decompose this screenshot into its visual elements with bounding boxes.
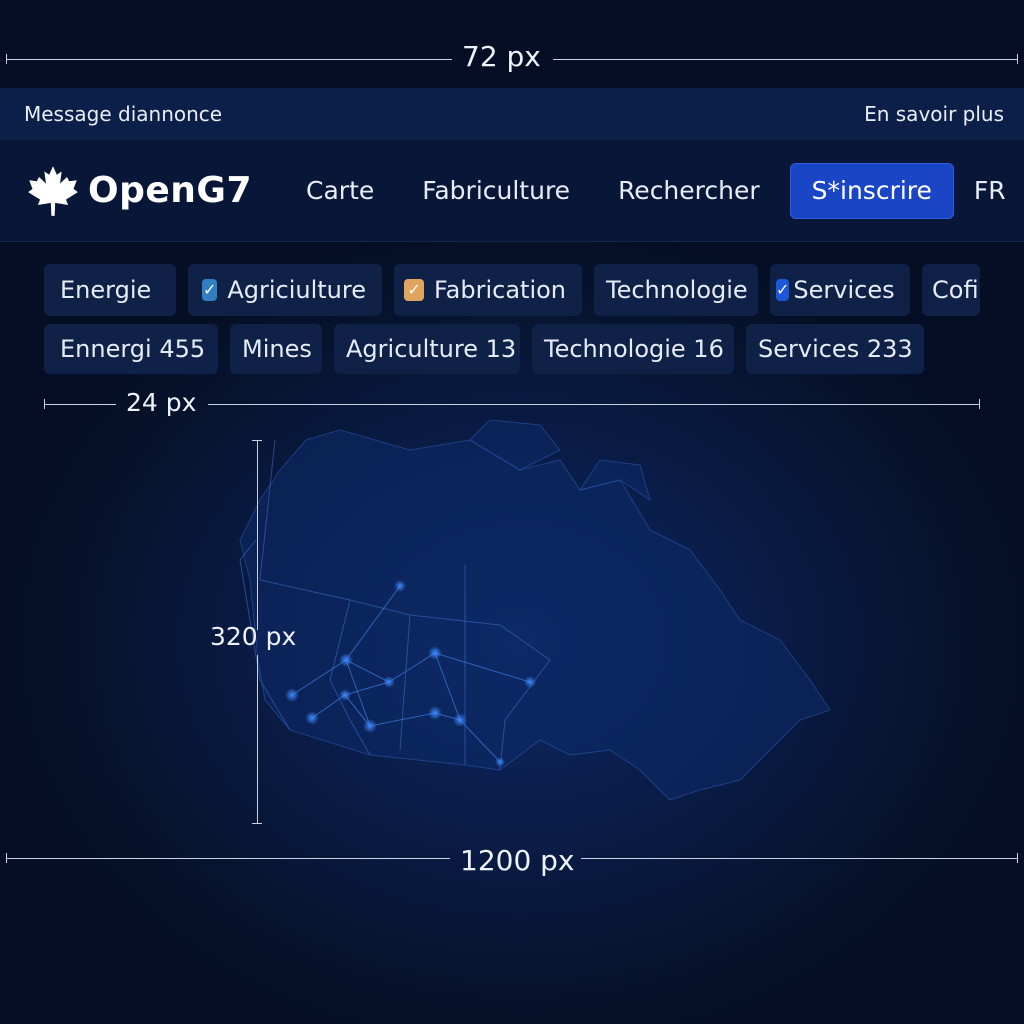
- network-node: [305, 711, 319, 725]
- checkbox-checked-icon[interactable]: ✓: [776, 279, 790, 301]
- height-dimension-line: [257, 655, 258, 824]
- filter-chip-technologie[interactable]: Technologie: [594, 264, 758, 316]
- network-node: [524, 676, 536, 688]
- chip-label: Ennergi 455: [60, 335, 206, 363]
- chip-label: Cofi: [932, 276, 979, 304]
- height-dimension-line: [257, 440, 258, 630]
- chip-label: Agriciulture: [227, 276, 366, 304]
- filter-chip-fabrication[interactable]: ✓ Fabrication: [394, 264, 582, 316]
- network-node: [383, 676, 395, 688]
- filter-row-sectors: Energie ✓ Agriciulture ✓ Fabrication Tec…: [44, 264, 980, 316]
- count-chip-mines[interactable]: Mines: [230, 324, 322, 374]
- announcement-bar: Message diannonce En savoir plus: [0, 88, 1024, 140]
- network-node: [453, 713, 467, 727]
- top-dimension-line: [553, 59, 1018, 60]
- canada-network-map[interactable]: [220, 420, 860, 840]
- chip-label: Technologie 16: [544, 335, 724, 363]
- dimension-cap: [44, 399, 45, 409]
- network-node: [363, 719, 377, 733]
- network-node: [495, 757, 505, 767]
- dimension-cap: [252, 823, 262, 824]
- gap-dimension-label: 24 px: [126, 388, 197, 417]
- dimension-cap: [252, 440, 262, 441]
- dimension-cap: [6, 853, 7, 863]
- language-switch[interactable]: FR: [974, 176, 1006, 205]
- network-node: [285, 688, 299, 702]
- page: 72 px Message diannonce En savoir plus O…: [0, 0, 1024, 1024]
- map-landmass: [239, 420, 831, 801]
- chip-label: Services: [793, 276, 895, 304]
- bottom-dimension-line: [6, 858, 450, 859]
- count-chip-energie[interactable]: Ennergi 455: [44, 324, 218, 374]
- filter-chip-cofi[interactable]: Cofi: [922, 264, 980, 316]
- filter-chip-agriculture[interactable]: ✓ Agriciulture: [188, 264, 382, 316]
- dimension-cap: [979, 399, 980, 409]
- filter-chip-services[interactable]: ✓ Services: [770, 264, 910, 316]
- filter-row-counts: Ennergi 455 Mines Agriculture 13 Technol…: [44, 324, 924, 374]
- nav-carte[interactable]: Carte: [306, 176, 374, 205]
- count-chip-technologie[interactable]: Technologie 16: [532, 324, 734, 374]
- gap-dimension-line: [44, 404, 116, 405]
- chip-label: Agriculture 13: [346, 335, 517, 363]
- network-node: [428, 706, 442, 720]
- dimension-cap: [6, 54, 7, 64]
- brand[interactable]: OpenG7: [26, 164, 252, 218]
- count-chip-services[interactable]: Services 233: [746, 324, 924, 374]
- bottom-dimension-line: [581, 858, 1018, 859]
- chip-label: Fabrication: [434, 276, 566, 304]
- network-node: [394, 580, 406, 592]
- nav-fabriculture[interactable]: Fabriculture: [422, 176, 570, 205]
- top-dimension-label: 72 px: [462, 40, 541, 73]
- bottom-dimension-label: 1200 px: [460, 844, 575, 877]
- nav-rechercher[interactable]: Rechercher: [618, 176, 760, 205]
- network-node: [339, 653, 353, 667]
- chip-label: Services 233: [758, 335, 913, 363]
- gap-dimension-line: [208, 404, 980, 405]
- network-node: [428, 646, 442, 660]
- navbar: OpenG7 Carte Fabriculture Rechercher S*i…: [0, 140, 1024, 242]
- top-dimension-line: [6, 59, 452, 60]
- chip-label: Energie: [60, 276, 152, 304]
- announcement-message: Message diannonce: [24, 102, 223, 126]
- checkbox-checked-icon[interactable]: ✓: [202, 279, 218, 301]
- chip-label: Mines: [242, 335, 312, 363]
- count-chip-agriculture[interactable]: Agriculture 13: [334, 324, 520, 374]
- dimension-cap: [1017, 853, 1018, 863]
- checkbox-checked-icon[interactable]: ✓: [404, 279, 425, 301]
- learn-more-link[interactable]: En savoir plus: [864, 102, 1004, 126]
- network-node: [339, 689, 351, 701]
- filter-chip-energie[interactable]: Energie: [44, 264, 176, 316]
- dimension-cap: [1017, 54, 1018, 64]
- signup-button[interactable]: S*inscrire: [789, 162, 954, 219]
- height-dimension-label: 320 px: [210, 622, 297, 651]
- brand-name: OpenG7: [88, 170, 253, 211]
- maple-leaf-icon: [28, 165, 78, 216]
- chip-label: Technologie: [606, 276, 748, 304]
